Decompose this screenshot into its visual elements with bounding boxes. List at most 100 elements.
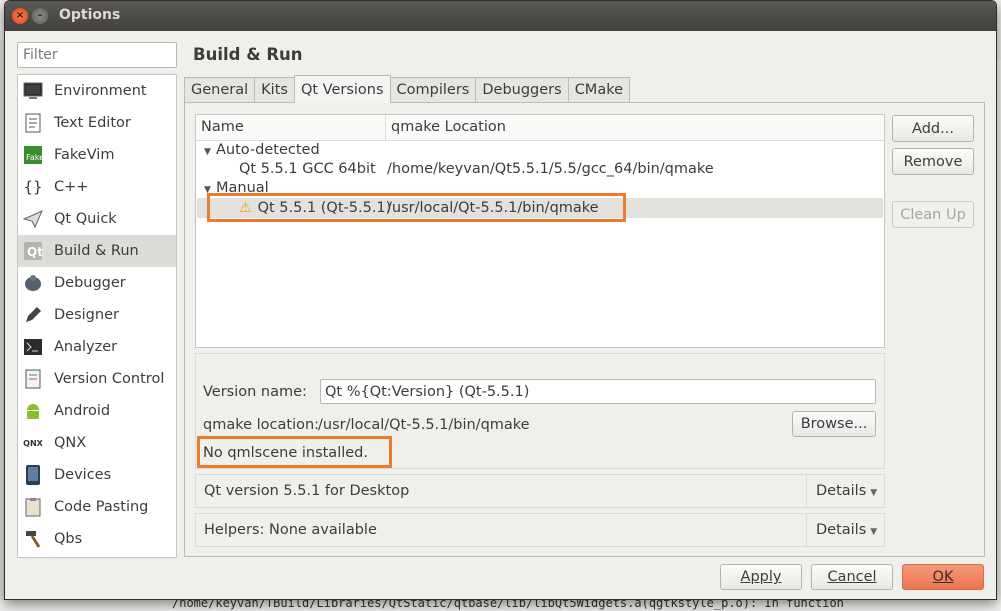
- qmlscene-warning-text: No qmlscene installed.: [203, 445, 368, 461]
- details-button[interactable]: Details ▼: [806, 514, 884, 546]
- remove-button[interactable]: Remove: [892, 148, 974, 175]
- group-auto-detected[interactable]: ▼ Auto-detected: [204, 141, 320, 160]
- tab-general[interactable]: General: [184, 77, 256, 103]
- sidebar-item-analyzer[interactable]: Analyzer: [18, 331, 176, 363]
- tab-kits[interactable]: Kits: [254, 77, 295, 103]
- sidebar-item-label: Debugger: [54, 275, 126, 291]
- version-name-cell: Qt 5.5.1 (Qt-5.5.1): [257, 200, 392, 216]
- column-header-qmake[interactable]: qmake Location: [386, 115, 884, 140]
- qmake-location-value: /usr/local/Qt-5.5.1/bin/qmake: [318, 417, 530, 433]
- version-qmake-cell[interactable]: /usr/local/Qt-5.5.1/bin/qmake: [387, 199, 599, 218]
- sidebar-item-label: Build & Run: [54, 243, 139, 259]
- chevron-down-icon: ▼: [870, 488, 878, 498]
- sidebar-item-label: Version Control: [54, 371, 165, 387]
- collapse-arrow-icon[interactable]: ▼: [204, 143, 216, 162]
- sidebar-item-version-control[interactable]: Version Control: [18, 363, 176, 395]
- sidebar-item-text-editor[interactable]: Text Editor: [18, 107, 176, 139]
- tab-compilers[interactable]: Compilers: [389, 77, 477, 103]
- sidebar-item-android[interactable]: Android: [18, 395, 176, 427]
- sidebar-item-qt-quick[interactable]: Qt Quick: [18, 203, 176, 235]
- section-label: Helpers: None available: [204, 522, 377, 538]
- version-name-cell[interactable]: Qt 5.5.1 GCC 64bit: [239, 160, 376, 179]
- minimize-icon[interactable]: –: [32, 8, 48, 24]
- sidebar-item-environment[interactable]: Environment: [18, 75, 176, 107]
- qmake-location-label: qmake location:: [203, 417, 320, 433]
- cancel-label: Cancel: [827, 569, 877, 585]
- chevron-down-icon: ▼: [870, 527, 878, 537]
- apply-button[interactable]: Apply: [720, 564, 802, 590]
- apply-label: Apply: [740, 569, 782, 585]
- details-button-label: Details: [816, 522, 867, 538]
- manual-version-row[interactable]: ⚠ Qt 5.5.1 (Qt-5.5.1): [239, 199, 391, 218]
- section-label: Qt version 5.5.1 for Desktop: [204, 483, 410, 499]
- bug-icon: [22, 272, 44, 294]
- collapse-arrow-icon[interactable]: ▼: [204, 181, 216, 200]
- sidebar-item-label: Code Pasting: [54, 499, 149, 515]
- page-title: Build & Run: [193, 45, 303, 64]
- clipboard-icon: [22, 496, 44, 518]
- monitor-icon: [22, 80, 44, 102]
- group-manual[interactable]: ▼ Manual: [204, 179, 269, 198]
- qnx-icon: QNX: [23, 438, 43, 448]
- sidebar-item-label: C++: [54, 179, 89, 195]
- title-bar: × – Options: [5, 1, 996, 31]
- helpers-section: Helpers: None available Details ▼: [195, 513, 885, 547]
- window-title: Options: [59, 7, 121, 23]
- sidebar-item-label: Text Editor: [54, 115, 131, 131]
- fakevim-icon: Fake: [22, 144, 44, 166]
- terminal-icon: [22, 336, 44, 358]
- sidebar-item-devices[interactable]: Devices: [18, 459, 176, 491]
- clean-up-button[interactable]: Clean Up: [892, 201, 974, 228]
- tree-header: Name qmake Location: [196, 115, 884, 141]
- sidebar-item-label: Analyzer: [54, 339, 118, 355]
- sidebar-item-build-run[interactable]: Qt Build & Run: [18, 235, 176, 267]
- version-details-panel: Version name: qmake location: /usr/local…: [195, 353, 885, 469]
- cancel-button[interactable]: Cancel: [811, 564, 893, 590]
- tab-cmake[interactable]: CMake: [567, 77, 631, 103]
- sidebar-item-designer[interactable]: Designer: [18, 299, 176, 331]
- sidebar-item-debugger[interactable]: Debugger: [18, 267, 176, 299]
- android-icon: [22, 400, 44, 422]
- ok-label: OK: [932, 569, 954, 585]
- sidebar-item-qnx[interactable]: QNX QNX: [18, 427, 176, 459]
- sidebar-item-label: Devices: [54, 467, 112, 483]
- version-control-icon: [22, 368, 44, 390]
- group-label: Manual: [216, 180, 269, 196]
- svg-text:Fake: Fake: [26, 153, 43, 162]
- svg-text:Qt: Qt: [27, 245, 43, 259]
- sidebar-item-cpp[interactable]: {} C++: [18, 171, 176, 203]
- warning-icon: ⚠: [239, 200, 252, 216]
- version-name-label: Version name:: [203, 384, 307, 400]
- close-icon[interactable]: ×: [12, 8, 28, 24]
- category-list: Environment Text Editor Fake FakeVim {} …: [17, 74, 177, 558]
- sidebar-item-label: Android: [54, 403, 111, 419]
- sidebar-item-label: Qbs: [54, 531, 83, 547]
- column-header-name[interactable]: Name: [196, 115, 386, 140]
- details-button[interactable]: Details ▼: [806, 475, 884, 507]
- tab-qt-versions[interactable]: Qt Versions: [293, 75, 391, 103]
- qt-versions-tree: Name qmake Location ▼ Auto-detected Qt 5.…: [195, 114, 885, 348]
- document-icon: [22, 112, 44, 134]
- sidebar-item-code-pasting[interactable]: Code Pasting: [18, 491, 176, 523]
- sidebar-item-qbs[interactable]: Qbs: [18, 523, 176, 555]
- sidebar-item-label: Qt Quick: [54, 211, 117, 227]
- version-name-field[interactable]: [320, 379, 876, 404]
- ok-button[interactable]: OK: [902, 564, 984, 590]
- plane-icon: [22, 208, 44, 230]
- group-label: Auto-detected: [216, 142, 320, 158]
- braces-icon: {}: [23, 178, 43, 196]
- options-dialog: × – Options Environment Text Editor Fake…: [4, 0, 997, 600]
- hammer-icon: [22, 528, 44, 550]
- sidebar-item-label: FakeVim: [54, 147, 115, 163]
- device-icon: [22, 464, 44, 486]
- version-qmake-cell[interactable]: /home/keyvan/Qt5.5.1/5.5/gcc_64/bin/qmak…: [387, 160, 714, 179]
- tab-debuggers[interactable]: Debuggers: [475, 77, 569, 103]
- sidebar-item-fakevim[interactable]: Fake FakeVim: [18, 139, 176, 171]
- filter-input[interactable]: [17, 42, 177, 68]
- sidebar-item-label: QNX: [54, 435, 87, 451]
- add-button[interactable]: Add...: [892, 115, 974, 142]
- qt-build-icon: Qt: [22, 240, 44, 262]
- browse-button[interactable]: Browse...: [792, 411, 876, 437]
- sidebar-item-label: Environment: [54, 83, 147, 99]
- tab-bar: General Kits Qt Versions Compilers Debug…: [184, 75, 631, 103]
